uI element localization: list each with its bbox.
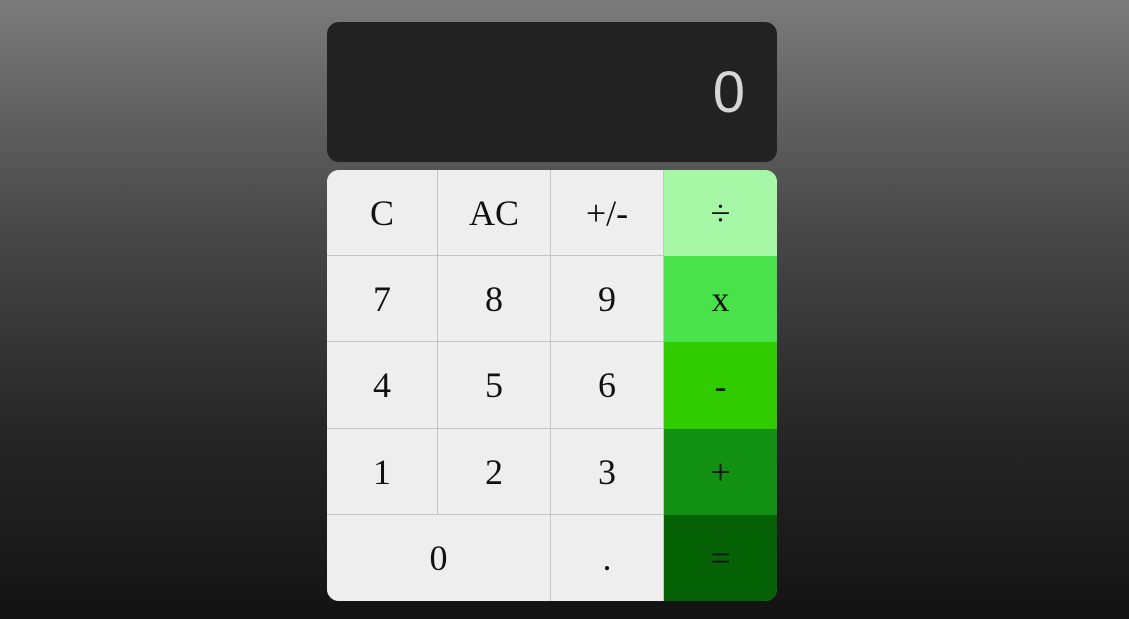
divide-button[interactable]: ÷ bbox=[664, 170, 777, 256]
subtract-button[interactable]: - bbox=[664, 342, 777, 429]
digit-4-button[interactable]: 4 bbox=[327, 342, 438, 429]
digit-0-button[interactable]: 0 bbox=[327, 515, 551, 601]
digit-3-button[interactable]: 3 bbox=[551, 429, 664, 515]
digit-1-button[interactable]: 1 bbox=[327, 429, 438, 515]
digit-5-button[interactable]: 5 bbox=[438, 342, 551, 429]
digit-9-button[interactable]: 9 bbox=[551, 256, 664, 342]
clear-button[interactable]: C bbox=[327, 170, 438, 256]
digit-8-button[interactable]: 8 bbox=[438, 256, 551, 342]
sign-toggle-button[interactable]: +/- bbox=[551, 170, 664, 256]
digit-2-button[interactable]: 2 bbox=[438, 429, 551, 515]
digit-7-button[interactable]: 7 bbox=[327, 256, 438, 342]
equals-button[interactable]: = bbox=[664, 515, 777, 601]
digit-6-button[interactable]: 6 bbox=[551, 342, 664, 429]
multiply-button[interactable]: x bbox=[664, 256, 777, 342]
decimal-point-button[interactable]: . bbox=[551, 515, 664, 601]
add-button[interactable]: + bbox=[664, 429, 777, 515]
all-clear-button[interactable]: AC bbox=[438, 170, 551, 256]
calculator-display: 0 bbox=[327, 22, 777, 162]
keypad: C AC +/- ÷ 7 8 9 x 4 5 6 - 1 2 3 + 0 . = bbox=[327, 170, 777, 601]
calculator: 0 C AC +/- ÷ 7 8 9 x 4 5 6 - 1 2 3 + 0 .… bbox=[327, 22, 777, 601]
display-value: 0 bbox=[712, 60, 745, 125]
